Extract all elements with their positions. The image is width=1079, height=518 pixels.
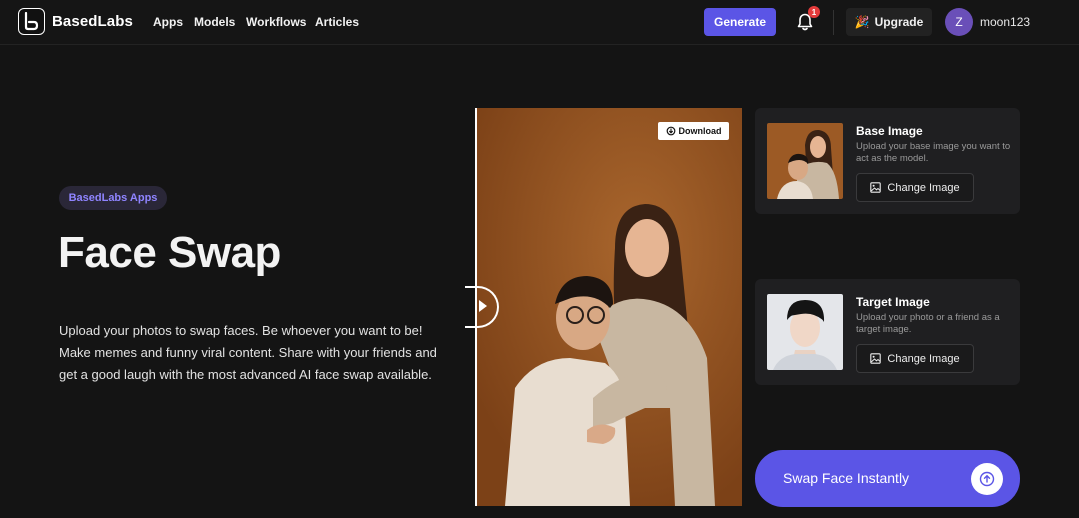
change-target-image-button[interactable]: Change Image bbox=[856, 344, 974, 373]
swap-face-button[interactable]: Swap Face Instantly bbox=[755, 450, 1020, 507]
nav-link-workflows[interactable]: Workflows bbox=[246, 15, 306, 29]
base-image-thumbnail[interactable] bbox=[767, 123, 843, 199]
user-avatar[interactable]: Z bbox=[945, 8, 973, 36]
download-label: Download bbox=[678, 126, 722, 136]
base-image-title: Base Image bbox=[856, 124, 923, 138]
change-base-image-button[interactable]: Change Image bbox=[856, 173, 974, 202]
nav-link-apps[interactable]: Apps bbox=[153, 15, 183, 29]
image-icon bbox=[870, 353, 882, 364]
change-image-label: Change Image bbox=[887, 352, 960, 365]
basedlabs-logo-icon[interactable] bbox=[18, 8, 45, 35]
target-image-title: Target Image bbox=[856, 295, 930, 309]
face-swap-preview-image bbox=[475, 108, 742, 506]
nav-link-articles[interactable]: Articles bbox=[315, 15, 359, 29]
nav-divider bbox=[833, 10, 834, 35]
couple-photo bbox=[475, 108, 742, 506]
swap-face-label: Swap Face Instantly bbox=[783, 470, 910, 486]
username[interactable]: moon123 bbox=[980, 15, 1030, 29]
image-icon bbox=[870, 182, 882, 193]
target-image-thumbnail[interactable] bbox=[767, 294, 843, 370]
download-icon bbox=[666, 126, 675, 136]
party-popper-icon: 🎉 bbox=[854, 15, 870, 29]
play-arrow-icon[interactable] bbox=[479, 300, 487, 312]
nav-link-models[interactable]: Models bbox=[194, 15, 235, 29]
change-image-label: Change Image bbox=[887, 181, 960, 194]
generate-button[interactable]: Generate bbox=[704, 8, 776, 36]
upgrade-button[interactable]: 🎉 Upgrade bbox=[846, 8, 932, 36]
page-description: Upload your photos to swap faces. Be who… bbox=[59, 323, 437, 382]
target-image-card: Target Image Upload your photo or a frie… bbox=[755, 279, 1020, 385]
base-image-description: Upload your base image you want to act a… bbox=[856, 141, 1011, 164]
notification-count-badge: 1 bbox=[808, 6, 820, 18]
upload-cloud-icon bbox=[971, 463, 1003, 495]
page-title: Face Swap bbox=[58, 228, 281, 277]
apps-badge[interactable]: BasedLabs Apps bbox=[59, 186, 167, 210]
target-image-description: Upload your photo or a friend as a targe… bbox=[856, 312, 1000, 335]
logo-text[interactable]: BasedLabs bbox=[52, 13, 133, 30]
base-image-card: Base Image Upload your base image you wa… bbox=[755, 108, 1020, 214]
upgrade-label: Upgrade bbox=[874, 15, 924, 29]
top-navbar: BasedLabs Apps Models Workflows Articles… bbox=[0, 0, 1079, 45]
download-button[interactable]: Download bbox=[658, 122, 729, 140]
